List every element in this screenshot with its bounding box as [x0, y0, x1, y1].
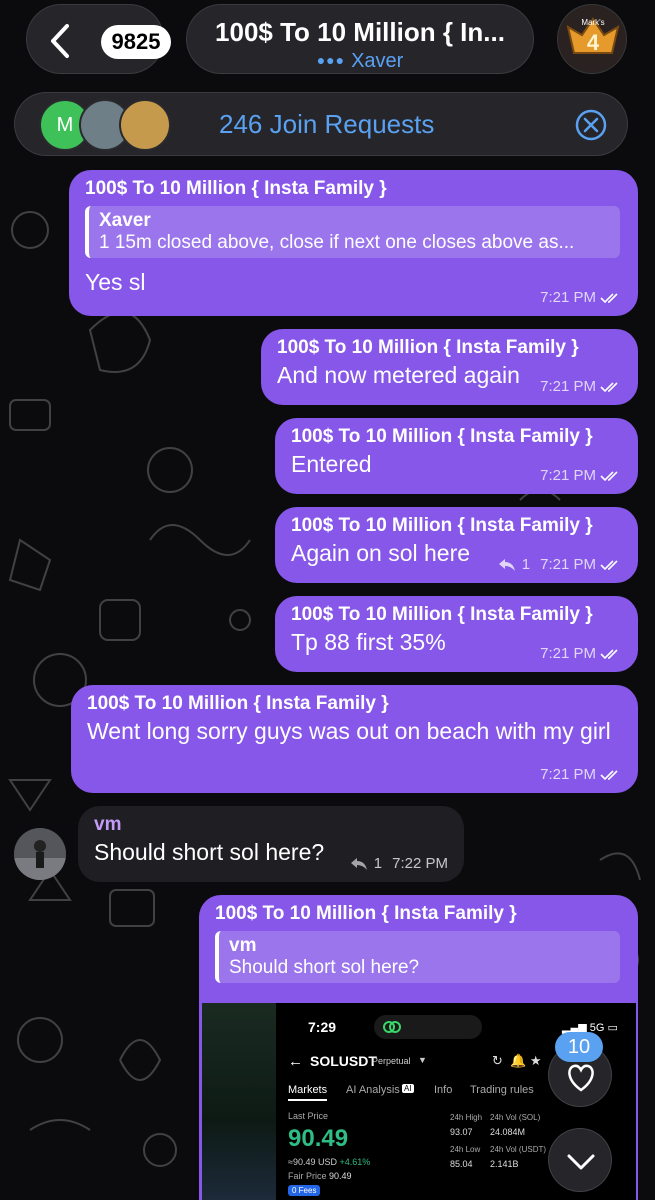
message-bubble[interactable]: vm Should short sol here? 1 7:22 PM: [78, 806, 464, 882]
tab-trading-rules: Trading rules: [470, 1084, 534, 1096]
vol-usdt-value: 2.141B: [490, 1159, 519, 1169]
typing-status: ●●● Xaver: [187, 50, 533, 73]
svg-text:Mark's: Mark's: [581, 18, 604, 27]
message-meta: 7:21 PM: [540, 289, 622, 306]
vol-sol-value: 24.084M: [490, 1127, 526, 1137]
reactions-count-badge: 10: [555, 1032, 603, 1062]
reply-count: 1: [373, 855, 383, 872]
chevron-down-icon: ▼: [418, 1055, 427, 1065]
avatar[interactable]: [14, 828, 66, 880]
last-price: 90.49: [288, 1125, 349, 1152]
sender-name: 100$ To 10 Million { Insta Family }: [87, 693, 389, 714]
message-bubble[interactable]: 100$ To 10 Million { Insta Family } And …: [261, 329, 638, 405]
message-time: 7:21 PM: [540, 556, 596, 573]
ai-badge: AI: [402, 1084, 414, 1093]
unread-count-badge: 9825: [101, 25, 171, 59]
message-meta: 1 7:21 PM: [498, 556, 622, 573]
svg-text:4: 4: [587, 30, 600, 55]
read-checks-icon: [600, 381, 618, 392]
message-bubble[interactable]: 100$ To 10 Million { Insta Family } Ente…: [275, 418, 638, 494]
pair-symbol: SOLUSDT: [310, 1053, 377, 1069]
message-time: 7:21 PM: [540, 378, 596, 395]
group-logo-icon: 4 Mark's: [558, 5, 626, 73]
link-icon: [383, 1021, 401, 1033]
reply-arrow-icon: [350, 857, 367, 870]
message-bubble[interactable]: 100$ To 10 Million { Insta Family } Xave…: [69, 170, 638, 316]
reply-quote[interactable]: vm Should short sol here?: [215, 931, 620, 983]
sender-name: 100$ To 10 Million { Insta Family }: [291, 604, 593, 625]
message-time: 7:22 PM: [392, 855, 448, 872]
group-avatar[interactable]: 4 Mark's: [557, 4, 627, 74]
tab-ai-analysis: AI Analysis: [346, 1084, 400, 1096]
message-time: 7:21 PM: [540, 467, 596, 484]
scroll-down-button[interactable]: [548, 1128, 612, 1192]
toolbar-icons: ↻ 🔔 ★: [492, 1053, 542, 1068]
sender-name: vm: [94, 814, 122, 835]
join-requests-label[interactable]: 246 Join Requests: [219, 109, 434, 140]
message-meta: 1 7:22 PM: [350, 855, 448, 872]
user-photo-icon: [14, 828, 66, 880]
sender-name: 100$ To 10 Million { Insta Family }: [215, 903, 517, 924]
vol-sol-label: 24h Vol (SOL): [490, 1113, 541, 1122]
tab-markets: Markets: [288, 1084, 328, 1101]
read-checks-icon: [600, 470, 618, 481]
reply-count: 1: [521, 556, 531, 573]
read-checks-icon: [600, 559, 618, 570]
chat-title: 100$ To 10 Million { In...: [215, 17, 505, 47]
tab-info: Info: [434, 1084, 453, 1096]
usd-price: ≈90.49 USD +4.61%: [288, 1157, 371, 1167]
pair-type: Perpetual: [372, 1056, 411, 1066]
read-checks-icon: [600, 292, 618, 303]
reply-quote[interactable]: Xaver 1 15m closed above, close if next …: [85, 206, 620, 258]
quote-text: 1 15m closed above, close if next one cl…: [99, 232, 575, 253]
screenshot-background: [202, 1003, 276, 1200]
message-meta: 7:21 PM: [540, 645, 622, 662]
quote-text: Should short sol here?: [229, 957, 420, 978]
sender-name: 100$ To 10 Million { Insta Family }: [85, 178, 387, 199]
sender-name: 100$ To 10 Million { Insta Family }: [291, 426, 593, 447]
message-meta: 7:21 PM: [540, 378, 622, 395]
message-time: 7:21 PM: [540, 645, 596, 662]
sender-name: 100$ To 10 Million { Insta Family }: [291, 515, 593, 536]
fair-price: Fair Price 90.49: [288, 1171, 352, 1181]
sender-name: 100$ To 10 Million { Insta Family }: [277, 337, 579, 358]
dynamic-island: [374, 1015, 482, 1039]
typing-user: Xaver: [351, 50, 404, 72]
close-icon[interactable]: [575, 109, 607, 141]
join-requests-bar[interactable]: M 246 Join Requests: [14, 92, 628, 156]
chat-title-button[interactable]: 100$ To 10 Million { In... ●●● Xaver: [186, 4, 534, 74]
read-checks-icon: [600, 769, 618, 780]
message-bubble[interactable]: 100$ To 10 Million { Insta Family } Agai…: [275, 507, 638, 583]
vol-usdt-label: 24h Vol (USDT): [490, 1145, 547, 1154]
status-time: 7:29: [308, 1019, 337, 1035]
chevron-down-icon: [567, 1154, 595, 1170]
back-button[interactable]: 9825: [26, 4, 171, 74]
high-label: 24h High: [450, 1113, 483, 1122]
message-bubble[interactable]: 100$ To 10 Million { Insta Family } Tp 8…: [275, 596, 638, 672]
low-label: 24h Low: [450, 1145, 481, 1154]
message-text: Went long sorry guys was out on beach wi…: [87, 718, 611, 744]
low-value: 85.04: [450, 1159, 473, 1169]
back-arrow-icon: ←: [288, 1053, 303, 1070]
chevron-left-icon: [51, 24, 69, 58]
message-meta: 7:21 PM: [540, 467, 622, 484]
message-bubble[interactable]: 100$ To 10 Million { Insta Family } Went…: [71, 685, 638, 793]
last-price-label: Last Price: [288, 1111, 329, 1121]
message-time: 7:21 PM: [540, 289, 596, 306]
reply-arrow-icon: [498, 558, 515, 571]
quote-sender: Xaver: [99, 210, 151, 231]
message-meta: 7:21 PM: [540, 766, 622, 783]
fees-badge: 0 Fees: [288, 1185, 321, 1196]
avatar: [119, 99, 171, 151]
message-time: 7:21 PM: [540, 766, 596, 783]
typing-dots-icon: ●●●: [316, 52, 346, 68]
read-checks-icon: [600, 648, 618, 659]
high-value: 93.07: [450, 1127, 473, 1137]
quote-sender: vm: [229, 935, 257, 956]
